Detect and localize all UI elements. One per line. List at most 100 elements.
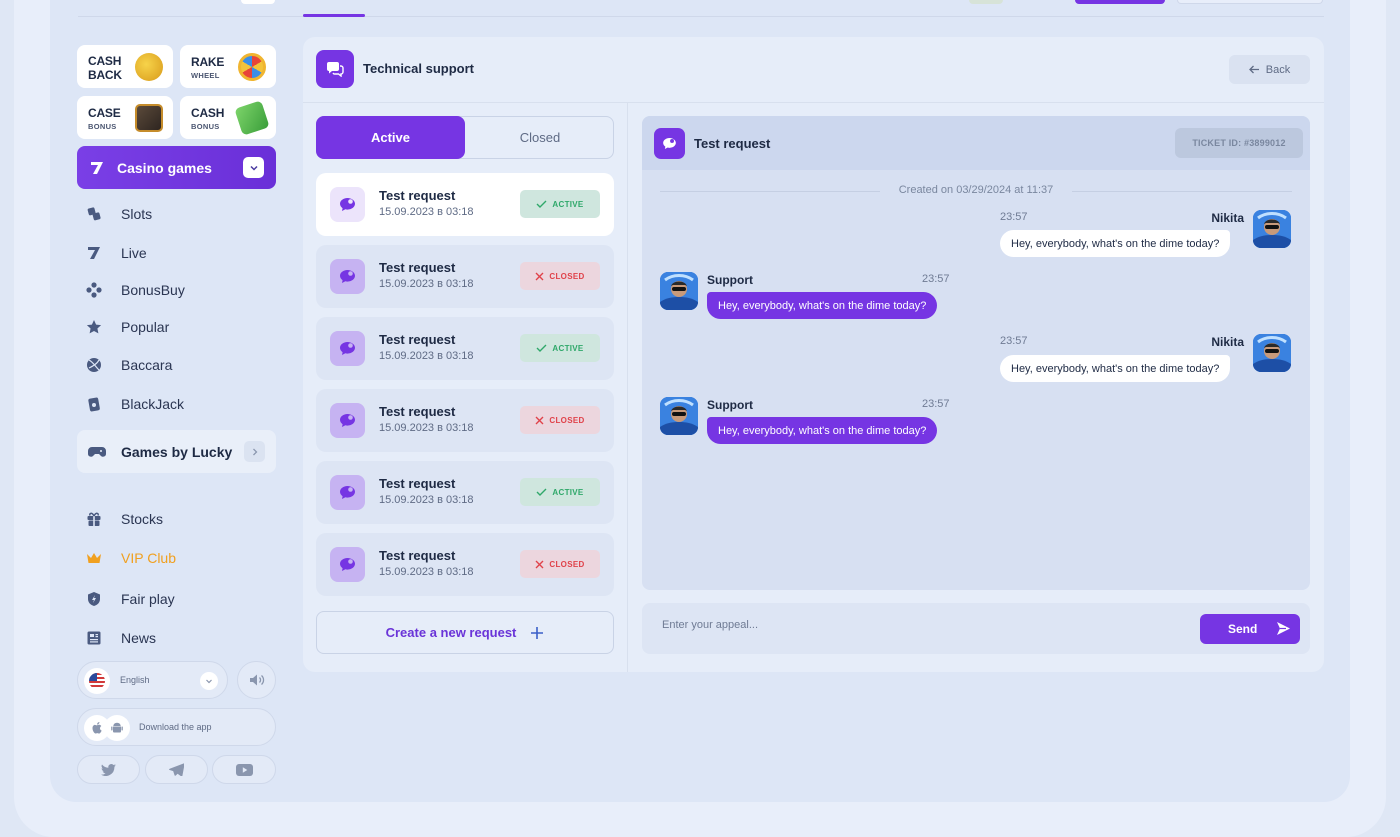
nav-label: Baccara (121, 357, 173, 373)
youtube-button[interactable] (212, 755, 276, 784)
status-badge: ACTIVE (520, 334, 600, 362)
nav-label: News (121, 630, 157, 646)
twitter-button[interactable] (77, 755, 140, 784)
ticket-item[interactable]: Test request 15.09.2023 в 03:18 ACTIVE (316, 317, 614, 380)
promo-case-bonus[interactable]: CASE BONUS (77, 96, 173, 139)
newspaper-icon (86, 630, 102, 646)
ticket-date: 15.09.2023 в 03:18 (379, 422, 474, 434)
check-icon (536, 200, 547, 208)
ticket-date: 15.09.2023 в 03:18 (379, 566, 474, 578)
chevron-down-icon[interactable] (243, 157, 264, 178)
cards-icon (86, 396, 102, 412)
telegram-button[interactable] (145, 755, 208, 784)
ball-icon (86, 357, 102, 373)
nav-item-vip-club[interactable]: VIP Club (86, 550, 176, 566)
message-bubble: Hey, everybody, what's on the dime today… (1000, 355, 1231, 382)
nav-item-blackjack[interactable]: BlackJack (86, 396, 184, 412)
games-by-lucky[interactable]: Games by Lucky (77, 430, 276, 473)
status-text: CLOSED (549, 559, 585, 569)
top-bar-element[interactable] (241, 0, 275, 4)
top-divider (78, 16, 1324, 17)
avatar (1253, 210, 1291, 248)
twitter-icon (101, 763, 116, 776)
promo-cashback[interactable]: CASH BACK (77, 45, 173, 88)
top-bar-element[interactable] (969, 0, 1003, 4)
plus-icon (531, 626, 544, 639)
check-icon (536, 488, 547, 496)
message-bubble: Hey, everybody, what's on the dime today… (707, 292, 938, 319)
nav-item-news[interactable]: News (86, 630, 156, 646)
nav-item-bonusbuy[interactable]: BonusBuy (86, 282, 185, 298)
telegram-icon (169, 763, 184, 776)
nav-item-live[interactable]: Live (86, 245, 147, 261)
status-badge: CLOSED (520, 262, 600, 290)
ticket-item[interactable]: Test request 15.09.2023 в 03:18 CLOSED (316, 389, 614, 452)
chevron-down-icon (200, 672, 218, 690)
speaker-icon (249, 674, 264, 686)
nav-item-baccara[interactable]: Baccara (86, 357, 172, 373)
close-icon (535, 560, 544, 568)
sound-toggle[interactable] (237, 661, 276, 699)
send-button[interactable]: Send (1200, 614, 1300, 644)
ticket-title: Test request (379, 476, 456, 491)
avatar (660, 397, 698, 435)
message-bubble: Hey, everybody, what's on the dime today… (707, 417, 938, 444)
ticket-item[interactable]: Test request 15.09.2023 в 03:18 CLOSED (316, 245, 614, 308)
nav-item-popular[interactable]: Popular (86, 319, 169, 335)
send-arrow-icon (1277, 622, 1290, 635)
chat-icon (330, 475, 365, 510)
column-divider (627, 102, 628, 672)
download-label: Download the app (139, 722, 212, 732)
close-icon (535, 416, 544, 424)
ticket-date: 15.09.2023 в 03:18 (379, 350, 474, 362)
message-time: 23:57 (1000, 211, 1028, 223)
nav-item-slots[interactable]: Slots (86, 206, 152, 222)
ticket-item[interactable]: Test request 15.09.2023 в 03:18 ACTIVE (316, 461, 614, 524)
message-author: Nikita (1211, 211, 1244, 225)
chat-title: Test request (694, 136, 771, 151)
page-title: Technical support (363, 61, 474, 76)
top-bar-button[interactable] (1075, 0, 1165, 4)
promo-sub: BONUS (191, 122, 220, 131)
tab-closed[interactable]: Closed (466, 116, 614, 159)
message-time: 23:57 (922, 398, 950, 410)
top-bar-profile[interactable] (1177, 0, 1323, 4)
chat-bubbles-icon (316, 50, 354, 88)
download-app-button[interactable]: Download the app (77, 708, 276, 746)
nav-item-fair-play[interactable]: Fair play (86, 591, 175, 607)
status-badge: CLOSED (520, 550, 600, 578)
nav-label: VIP Club (121, 550, 176, 566)
chat-icon (330, 403, 365, 438)
arrow-left-icon (1248, 65, 1259, 74)
nav-item-stocks[interactable]: Stocks (86, 511, 163, 527)
promo-cash-bonus[interactable]: CASH BONUS (180, 96, 276, 139)
status-text: CLOSED (549, 271, 585, 281)
tab-active[interactable]: Active (316, 116, 465, 159)
message-time: 23:57 (922, 273, 950, 285)
promo-title: RAKE (191, 55, 225, 69)
ticket-item[interactable]: Test request 15.09.2023 в 03:18 CLOSED (316, 533, 614, 596)
slots-icon (86, 206, 102, 222)
status-badge: ACTIVE (520, 478, 600, 506)
back-label: Back (1265, 63, 1291, 76)
appeal-input[interactable] (662, 619, 1162, 631)
ticket-date: 15.09.2023 в 03:18 (379, 494, 474, 506)
promo-sub: BACK (88, 68, 122, 82)
promo-rake-wheel[interactable]: RAKE WHEEL (180, 45, 276, 88)
create-request-label: Create a new request (385, 625, 517, 640)
safe-icon (135, 104, 163, 132)
ticket-id-badge: TICKET ID: #3899012 (1175, 128, 1303, 158)
message-author: Nikita (1211, 335, 1244, 349)
check-icon (536, 344, 547, 352)
ticket-item[interactable]: Test request 15.09.2023 в 03:18 ACTIVE (316, 173, 614, 236)
ticket-title: Test request (379, 332, 456, 347)
language-select[interactable]: English (77, 661, 228, 699)
crown-icon (86, 550, 102, 566)
message-bubble: Hey, everybody, what's on the dime today… (1000, 230, 1231, 257)
header-divider (303, 102, 1324, 103)
back-button[interactable]: Back (1229, 55, 1310, 84)
casino-games-dropdown[interactable]: Casino games (77, 146, 276, 189)
create-request-button[interactable]: Create a new request (316, 611, 614, 654)
ticket-date: 15.09.2023 в 03:18 (379, 206, 474, 218)
nav-label: Popular (121, 319, 170, 335)
